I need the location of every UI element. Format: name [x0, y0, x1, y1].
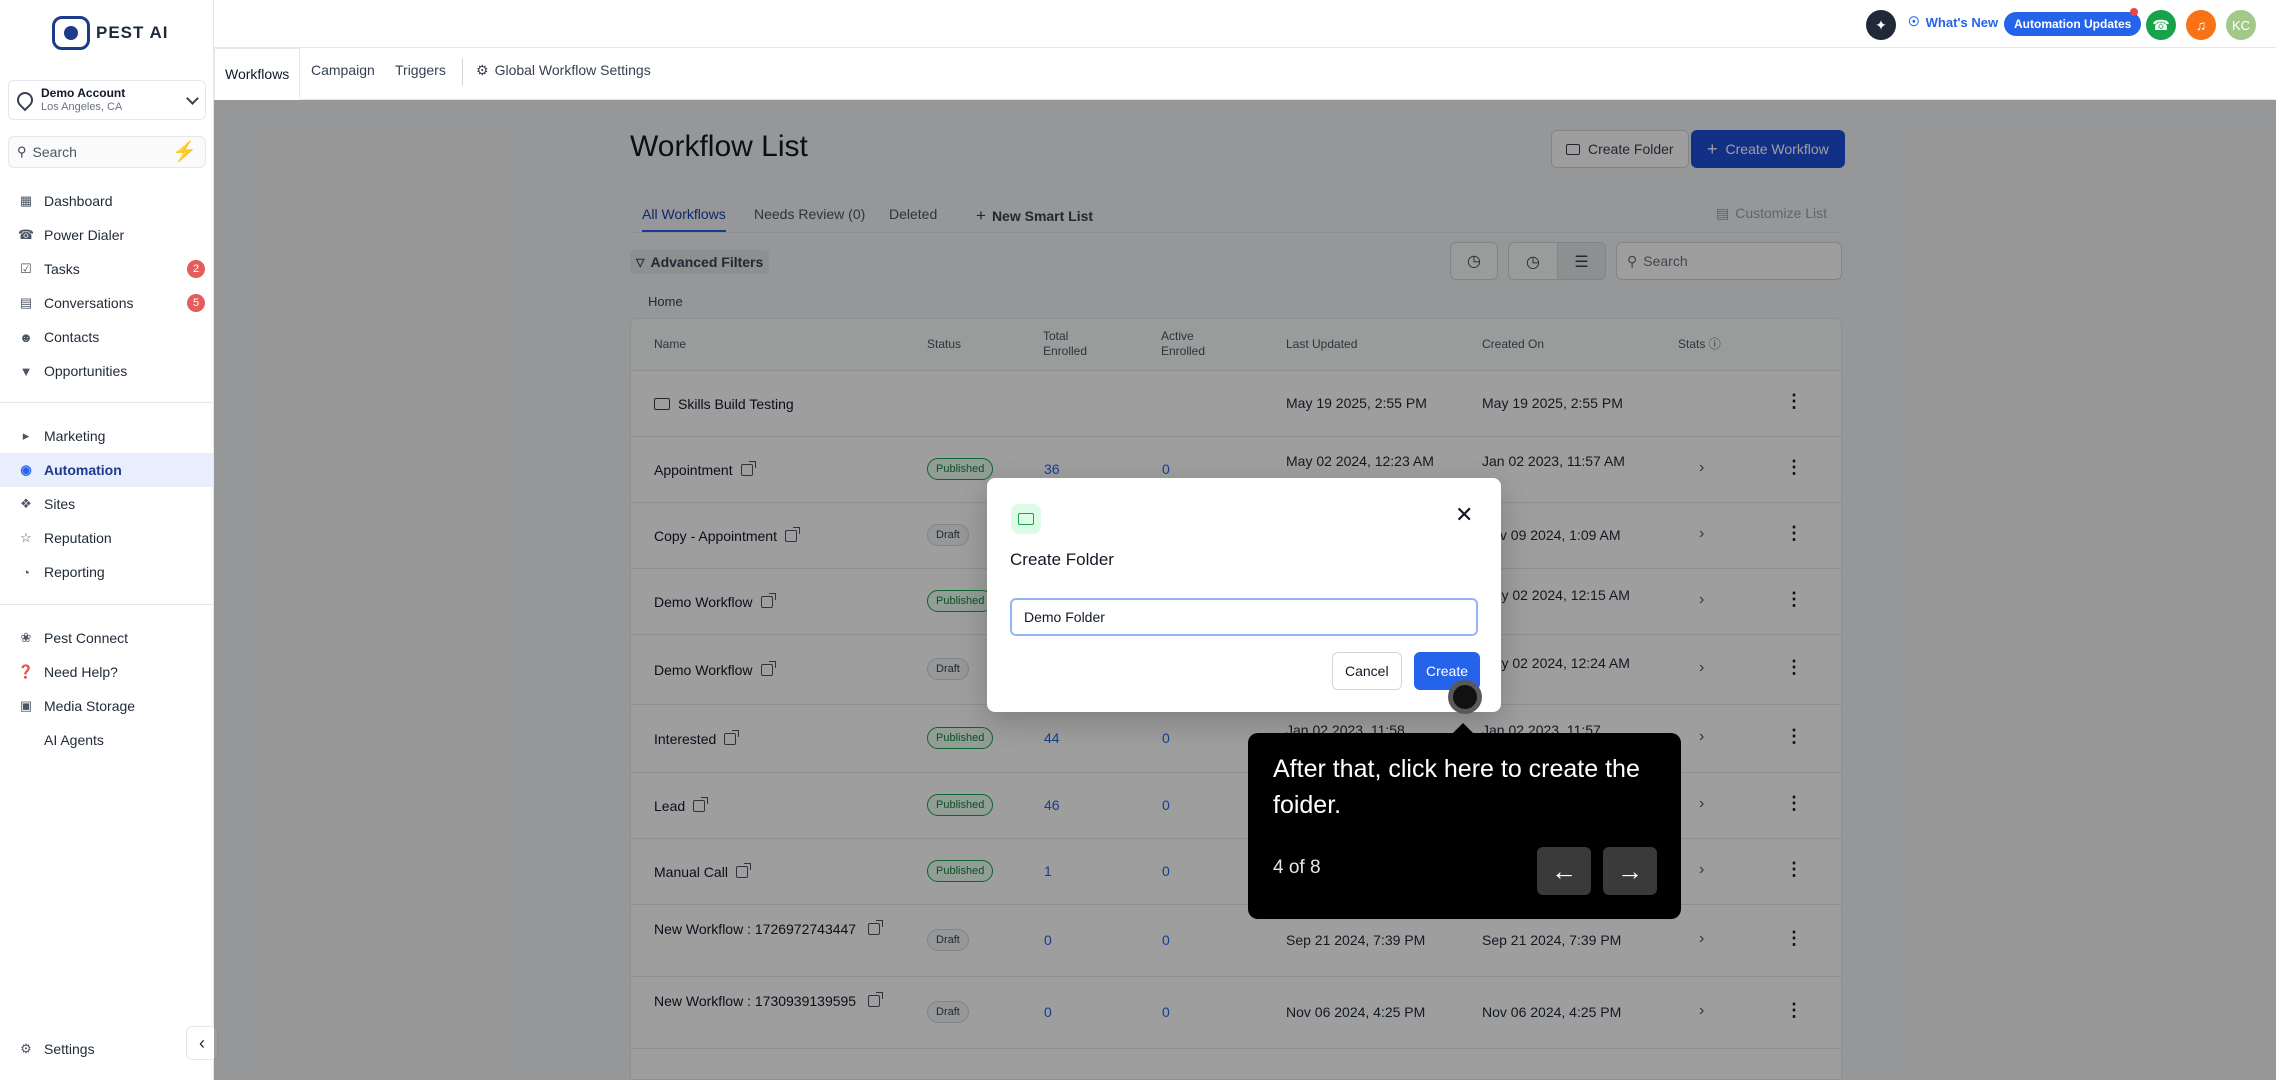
sidebar-item-dashboard[interactable]: ▦ Dashboard [0, 184, 213, 218]
sidebar-item-power-dialer[interactable]: ☎ Power Dialer [0, 218, 213, 252]
sidebar-item-need-help[interactable]: ❓ Need Help? [0, 655, 213, 689]
ai-agents-icon [18, 732, 34, 748]
brand-name: PEST AI [96, 23, 169, 42]
conversations-badge: 5 [187, 294, 205, 312]
account-location: Los Angeles, CA [41, 101, 123, 113]
sidebar: PEST AI Demo Account Los Angeles, CA ⚲ S… [0, 0, 214, 1080]
sidebar-item-label: Contacts [44, 329, 100, 345]
whats-new-label: What's New [1925, 14, 1999, 30]
logo-icon [52, 16, 90, 50]
sidebar-item-label: Reporting [44, 564, 105, 580]
sidebar-item-automation[interactable]: ◉ Automation [0, 453, 213, 487]
account-switcher[interactable]: Demo Account Los Angeles, CA [8, 80, 206, 120]
gear-icon: ⚙ [476, 62, 489, 78]
sidebar-item-label: Tasks [44, 261, 80, 277]
click-indicator [1448, 680, 1482, 714]
modal-title: Create Folder [1010, 550, 1114, 569]
arrow-left-icon: ← [1551, 855, 1577, 886]
tab-label: Global Workflow Settings [494, 62, 651, 78]
close-icon[interactable]: ✕ [1455, 502, 1473, 528]
tab-divider [462, 58, 463, 86]
star-icon: ☆ [20, 530, 32, 545]
create-folder-modal: ✕ Create Folder Cancel Create [987, 478, 1501, 712]
folder-icon [1011, 504, 1041, 534]
sidebar-item-conversations[interactable]: ▤ Conversations 5 [0, 286, 213, 320]
tab-triggers[interactable]: Triggers [395, 62, 446, 78]
cancel-button[interactable]: Cancel [1332, 652, 1402, 690]
module-tabs: Workflows Campaign Triggers ⚙ Global Work… [214, 48, 2276, 100]
sidebar-item-label: Sites [44, 496, 76, 512]
sidebar-item-label: Conversations [44, 295, 134, 311]
next-step-button[interactable]: → [1603, 847, 1657, 895]
account-name: Demo Account [41, 86, 126, 100]
sidebar-item-opportunities[interactable]: ▼ Opportunities [0, 354, 213, 388]
sidebar-item-label: Need Help? [44, 664, 118, 680]
automation-updates-button[interactable]: Automation Updates [2004, 12, 2142, 36]
image-icon: ▣ [19, 698, 33, 713]
tab-global-workflow-settings[interactable]: ⚙ Global Workflow Settings [476, 62, 651, 79]
megaphone-icon: ▸ [22, 428, 30, 443]
sidebar-item-label: Opportunities [44, 363, 128, 379]
sidebar-item-media-storage[interactable]: ▣ Media Storage [0, 689, 213, 723]
sidebar-item-label: AI Agents [44, 732, 104, 748]
phone-icon[interactable]: ☎ [2146, 10, 2176, 40]
bell-icon[interactable]: ♫ [2186, 10, 2216, 40]
sidebar-item-reputation[interactable]: ☆ Reputation [0, 521, 213, 555]
sidebar-item-sites[interactable]: ❖ Sites [0, 487, 213, 521]
sidebar-item-settings[interactable]: ⚙ Settings [0, 1032, 213, 1066]
user-icon: ☻ [19, 329, 33, 345]
sidebar-item-pest-connect[interactable]: ❀ Pest Connect [0, 621, 213, 655]
top-bar: ✦ ☉ What's New Automation Updates ☎ ♫ KC [214, 0, 2276, 48]
sidebar-item-label: Dashboard [44, 193, 113, 209]
help-icon: ❓ [17, 664, 35, 679]
search-icon: ⚲ [17, 144, 27, 159]
whats-new-link[interactable]: ☉ What's New [1908, 14, 1998, 30]
tooltip-text: After that, click here to create the foi… [1273, 755, 1640, 819]
sidebar-divider [0, 402, 214, 403]
rocket-icon: ☉ [1908, 14, 1920, 29]
previous-step-button[interactable]: ← [1537, 847, 1591, 895]
chevron-down-icon [186, 91, 199, 105]
guide-tooltip: After that, click here to create the foi… [1248, 723, 1681, 919]
sidebar-item-label: Settings [44, 1041, 95, 1057]
check-icon: ☑ [20, 261, 32, 276]
sidebar-item-reporting[interactable]: ◔ Reporting [0, 555, 213, 589]
phone-icon: ☎ [17, 227, 35, 242]
sidebar-item-label: Automation [44, 462, 122, 478]
connect-icon: ❀ [20, 630, 32, 645]
tab-workflows[interactable]: Workflows [214, 48, 301, 100]
automation-icon: ◉ [20, 462, 32, 477]
filter-icon: ▼ [19, 363, 33, 379]
chart-icon: ◔ [22, 564, 30, 580]
tab-campaign[interactable]: Campaign [311, 62, 375, 78]
gear-icon: ⚙ [20, 1041, 32, 1056]
sidebar-item-tasks[interactable]: ☑ Tasks 2 [0, 252, 213, 286]
folder-name-input[interactable] [1010, 598, 1478, 636]
chat-icon: ▤ [19, 295, 33, 310]
sidebar-item-label: Reputation [44, 530, 112, 546]
sidebar-item-marketing[interactable]: ▸ Marketing [0, 419, 213, 453]
sidebar-item-ai-agents[interactable]: AI Agents [0, 723, 213, 757]
sidebar-search-label: Search [32, 144, 77, 160]
notification-dot [2130, 8, 2138, 16]
sidebar-item-label: Marketing [44, 428, 106, 444]
avatar[interactable]: KC [2226, 10, 2256, 40]
tasks-badge: 2 [187, 260, 205, 278]
sidebar-item-label: Media Storage [44, 698, 136, 714]
brand-logo[interactable]: PEST AI [52, 16, 169, 50]
dashboard-icon: ▦ [19, 193, 33, 208]
ai-sparkle-icon[interactable]: ✦ [1866, 10, 1896, 40]
sidebar-item-contacts[interactable]: ☻ Contacts [0, 320, 213, 354]
chevron-left-icon: ‹ [199, 1032, 205, 1053]
sites-icon: ❖ [20, 496, 32, 511]
sidebar-item-label: Pest Connect [44, 630, 129, 646]
tooltip-step: 4 of 8 [1273, 857, 1321, 878]
sidebar-search[interactable]: ⚲ Search ⚡ [8, 136, 206, 168]
location-pin-icon [13, 88, 37, 112]
arrow-right-icon: → [1617, 855, 1643, 886]
lightning-icon[interactable]: ⚡ [172, 142, 197, 162]
sidebar-divider [0, 604, 214, 605]
sidebar-item-label: Power Dialer [44, 227, 125, 243]
